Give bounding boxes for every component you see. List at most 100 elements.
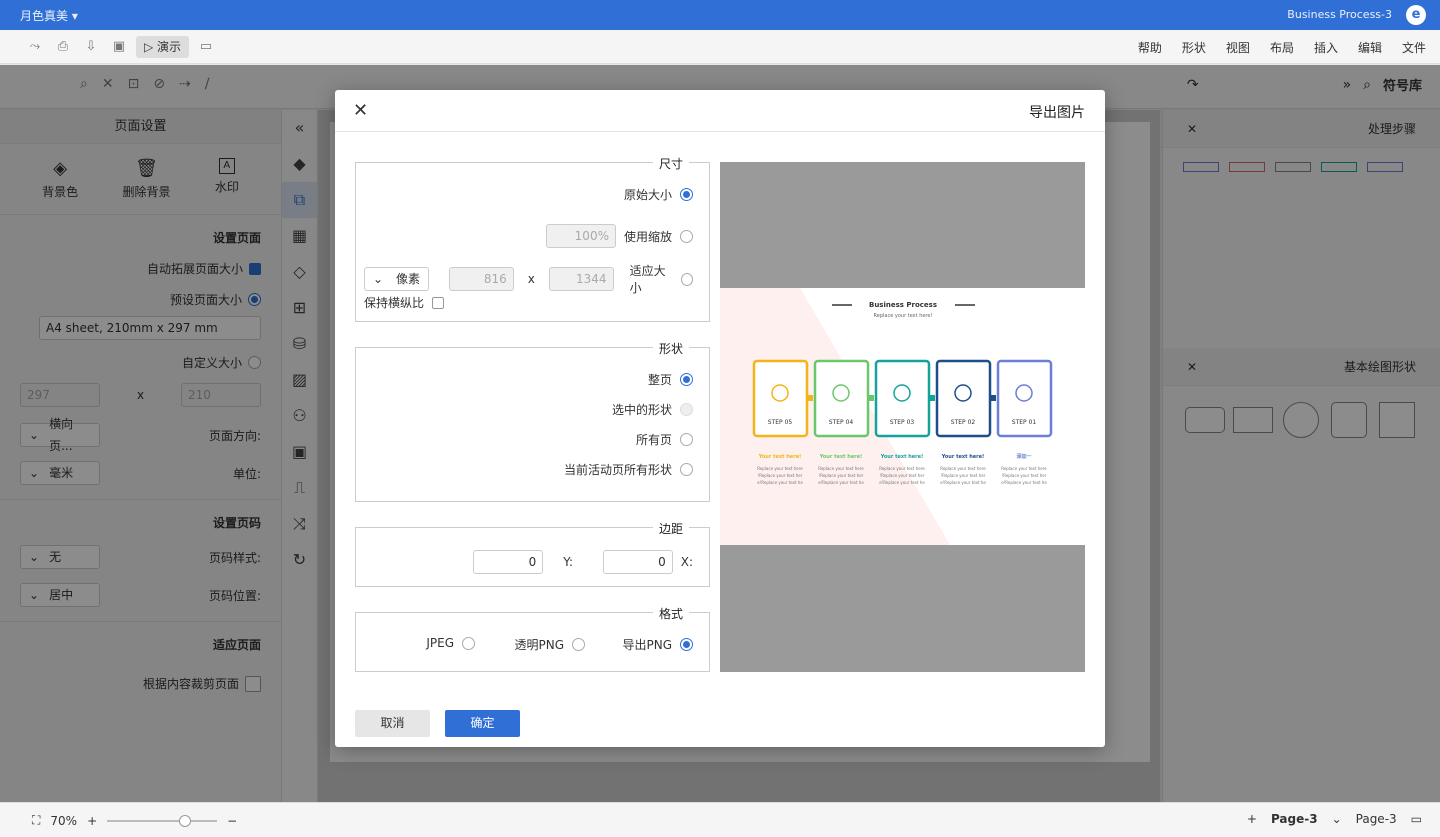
menu-shape[interactable]: 形状 xyxy=(1182,39,1206,56)
fit-screen-icon[interactable]: ⛶ xyxy=(32,813,40,828)
export-image-dialog: ✕ 导出图片 尺寸 原始大小 100% 使用缩放 ⌄ 像素 816 x 1344 … xyxy=(335,90,1105,747)
step-body-text: Replace your text here xyxy=(879,466,925,471)
format-legend: 格式 xyxy=(652,605,689,622)
page-tabs: + Page-3 ⌄ Page-3 ▭ xyxy=(1247,812,1422,826)
page-dropdown-icon[interactable]: ⌄ xyxy=(1332,812,1342,826)
page-tab[interactable]: Page-3 xyxy=(1271,812,1318,826)
margin-legend: 边距 xyxy=(652,520,689,537)
keep-ratio-checkbox[interactable] xyxy=(432,296,445,309)
margin-y-input[interactable]: 0 xyxy=(473,550,544,574)
close-icon[interactable]: ✕ xyxy=(353,100,368,121)
preview-diagram: Business Process Replace your text here!… xyxy=(720,288,1053,545)
zoom-out-icon[interactable]: − xyxy=(227,814,237,828)
zoom-in-icon[interactable]: + xyxy=(87,814,97,828)
format-fieldset: 格式 导出PNG 透明PNG JPEG xyxy=(355,605,710,672)
step-body-text: !Replace your text her xyxy=(758,473,803,478)
step-body-text: e!Replace your text he xyxy=(940,480,986,485)
menu-help[interactable]: 帮助 xyxy=(1138,39,1162,56)
margin-x-input[interactable]: 0 xyxy=(602,550,673,574)
step-body-text: e!Replace your text he xyxy=(1001,480,1047,485)
step-body-text: e!Replace your text he xyxy=(818,480,864,485)
step-caption: Your text here! xyxy=(758,454,802,460)
menu-layout[interactable]: 布局 xyxy=(1270,39,1294,56)
margin-x-label: X: xyxy=(680,555,693,569)
fit-size-label: 适应大小 xyxy=(629,264,666,295)
print-icon[interactable]: ⎙ xyxy=(52,36,74,58)
size-legend: 尺寸 xyxy=(652,155,689,172)
screen-icon[interactable]: ▭ xyxy=(195,36,217,58)
zoom-controls: ⛶ 70% + − xyxy=(32,813,237,828)
transparent-png-radio[interactable] xyxy=(572,638,585,651)
menu-insert[interactable]: 插入 xyxy=(1314,39,1338,56)
user-menu[interactable]: 月色真美 ▾ xyxy=(20,7,78,24)
selected-shapes-radio[interactable] xyxy=(680,403,693,416)
step-label: STEP 02 xyxy=(951,419,976,426)
zoom-value[interactable]: 70% xyxy=(50,814,77,828)
export-preview: Business Process Replace your text here!… xyxy=(720,162,1085,672)
page-list-icon[interactable]: ▭ xyxy=(1411,812,1422,826)
step-body-text: !Replace your text her xyxy=(941,473,986,478)
menu-file[interactable]: 文件 xyxy=(1402,39,1426,56)
step-body-text: !Replace your text her xyxy=(1002,473,1047,478)
jpeg-label: JPEG xyxy=(426,636,454,650)
menu-view[interactable]: 视图 xyxy=(1226,39,1250,56)
png-label: 导出PNG xyxy=(622,638,672,652)
ok-button[interactable]: 确定 xyxy=(445,710,520,737)
scale-input[interactable]: 100% xyxy=(545,224,616,248)
share-icon[interactable]: ⤳ xyxy=(24,36,46,58)
current-page-shapes-radio[interactable] xyxy=(680,463,693,476)
fit-size-radio[interactable] xyxy=(681,272,693,286)
png-option[interactable]: 导出PNG xyxy=(622,636,693,653)
menu-edit[interactable]: 编辑 xyxy=(1358,39,1382,56)
all-pages-radio[interactable] xyxy=(680,433,693,446)
transparent-png-option[interactable]: 透明PNG xyxy=(514,636,585,653)
step-body-text: e!Replace your text he xyxy=(879,480,925,485)
scale-radio[interactable] xyxy=(680,229,693,243)
transparent-png-label: 透明PNG xyxy=(514,638,564,652)
zoom-slider[interactable] xyxy=(107,814,218,827)
margin-fieldset: 边距 0 X: 0 Y: xyxy=(355,520,710,587)
cancel-button[interactable]: 取消 xyxy=(355,710,430,737)
jpeg-option[interactable]: JPEG xyxy=(426,636,475,650)
original-size-label: 原始大小 xyxy=(623,188,672,202)
selected-shapes-label: 选中的形状 xyxy=(611,403,672,417)
jpeg-radio[interactable] xyxy=(462,636,475,650)
original-size-radio[interactable] xyxy=(680,188,693,201)
all-pages-option[interactable]: 所有页 xyxy=(636,431,693,448)
fit-height-input[interactable]: 816 xyxy=(449,267,514,291)
scale-label: 使用缩放 xyxy=(623,229,672,244)
margin-x-row: 0 X: xyxy=(602,550,693,574)
png-radio[interactable] xyxy=(680,638,693,651)
export-icon[interactable]: ⇩ xyxy=(80,36,102,58)
times-label: x xyxy=(527,272,535,286)
step-body-text: Replace your text here xyxy=(818,466,864,471)
quick-access-toolbar: ⤳ ⎙ ⇩ ▣ ▷ 演示 ▭ xyxy=(24,36,217,58)
margin-y-row: 0 Y: xyxy=(473,550,573,574)
fit-size-option[interactable]: ⌄ 像素 816 x 1344 适应大小 xyxy=(363,262,693,296)
unit-select[interactable]: ⌄ 像素 xyxy=(363,267,430,291)
step-body-text: Replace your text here xyxy=(940,466,986,471)
present-button[interactable]: ▷ 演示 xyxy=(136,36,190,58)
selected-shapes-option[interactable]: 选中的形状 xyxy=(612,401,693,418)
step-caption: 添加一 xyxy=(1016,453,1031,460)
step-label: STEP 01 xyxy=(1012,419,1037,426)
keep-ratio-option[interactable]: 保持横纵比 xyxy=(364,294,445,311)
zoom-knob[interactable] xyxy=(179,814,192,827)
scale-option[interactable]: 100% 使用缩放 xyxy=(545,224,693,248)
whole-page-radio[interactable] xyxy=(680,373,693,386)
original-size-option[interactable]: 原始大小 xyxy=(624,186,693,203)
save-icon[interactable]: ▣ xyxy=(108,36,130,58)
app-logo-icon: e xyxy=(1406,5,1426,25)
add-page-icon[interactable]: + xyxy=(1247,812,1257,826)
preview-title: Business Process xyxy=(869,301,937,309)
preview-subtitle: Replace your text here! xyxy=(874,313,933,319)
step-body-text: Replace your text here xyxy=(757,466,803,471)
current-page-shapes-option[interactable]: 当前活动页所有形状 xyxy=(564,461,693,478)
preview-steps: STEP 01 添加一 Replace your text here !Replace… xyxy=(752,359,1053,485)
step-label: STEP 03 xyxy=(890,419,915,426)
whole-page-option[interactable]: 整页 xyxy=(648,371,693,388)
page-name: Page-3 xyxy=(1355,812,1397,826)
step-caption: Your text here! xyxy=(819,454,863,460)
menu-bar: ⤳ ⎙ ⇩ ▣ ▷ 演示 ▭ 文件 编辑 插入 布局 视图 形状 帮助 xyxy=(0,30,1440,64)
fit-width-input[interactable]: 1344 xyxy=(548,267,614,291)
